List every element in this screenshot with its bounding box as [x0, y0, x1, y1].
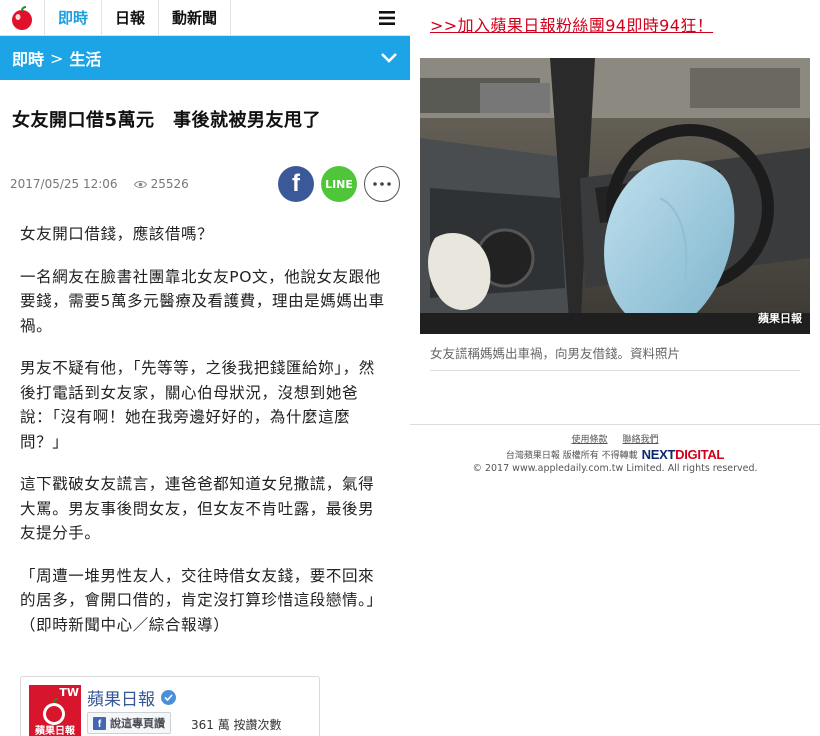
footer-link-contact[interactable]: 聯絡我們	[622, 435, 658, 445]
line-share-label: LINE	[325, 177, 353, 191]
footer-divider	[410, 424, 820, 425]
more-options-button[interactable]	[364, 166, 400, 202]
page-avatar[interactable]: TW 蘋果日報	[29, 685, 81, 736]
line-share-button[interactable]: LINE	[321, 166, 357, 202]
footer-links: 使用條款 聯絡我們	[410, 432, 820, 445]
article-meta: 2017/05/25 12:06 25526 f LINE	[0, 154, 410, 214]
more-dots-icon	[373, 182, 391, 186]
footer-copyright: © 2017 www.appledaily.com.tw Limited. Al…	[472, 463, 758, 474]
footer-brand-text: 台灣蘋果日報 版權所有 不得轉載	[505, 451, 638, 461]
view-count-value: 25526	[150, 177, 189, 191]
chevron-down-icon[interactable]	[380, 49, 398, 68]
publish-datetime: 2017/05/25 12:06	[10, 177, 118, 191]
article-paragraph: 一名網友在臉書社團靠北女友PO文，他說女友跟他要錢，需要5萬多元醫療及看護費，理…	[20, 267, 385, 335]
fanpage-promo-link[interactable]: >>加入蘋果日報粉絲團94即時94狂！	[430, 12, 713, 36]
article-paragraph: 男友不疑有他，「先等等，之後我把錢匯給妳」，然後打電話到女友家，關心伯母狀況，沒…	[20, 359, 375, 451]
tab-instant[interactable]: 即時	[44, 0, 101, 35]
verified-badge-icon	[161, 690, 176, 705]
nextdigital-logo[interactable]: NEXTDIGITAL	[641, 447, 725, 462]
nav-spacer	[230, 0, 364, 35]
top-navigation: 即時 日報 動新聞	[0, 0, 410, 36]
photo-caption: 女友謊稱媽媽出車禍，向男友借錢。資料照片	[430, 343, 800, 371]
like-count: 361 萬 按讚次數	[191, 718, 282, 732]
article-body: 女友開口借錢，應該借嗎？ 一名網友在臉書社團靠北女友PO文，他說女友跟他要錢，需…	[0, 214, 410, 637]
tab-animated-news[interactable]: 動新聞	[158, 0, 230, 35]
article-paragraph: 「周遭一堆男性友人，交往時借女友錢，要不回來的居多，會開口借的，肯定沒打算珍惜這…	[20, 566, 383, 634]
like-page-label: 說這專頁讚	[110, 717, 165, 730]
breadcrumb-section[interactable]: 即時	[12, 46, 44, 70]
article-paragraph: 女友開口借錢，應該借嗎？	[20, 225, 214, 243]
photo-watermark: 蘋果日報	[758, 312, 802, 325]
apple-logo-icon[interactable]	[0, 0, 44, 35]
article-headline: 女友開口借5萬元 事後就被男友甩了	[12, 110, 322, 131]
page-name[interactable]: 蘋果日報	[87, 685, 176, 710]
footer-brand: 台灣蘋果日報 版權所有 不得轉載 NEXTDIGITAL	[410, 447, 820, 462]
sidebar-pane: >>加入蘋果日報粉絲團94即時94狂！ 蘋果日報 女友謊稱媽媽出車禍，向男友借錢…	[410, 0, 820, 736]
facebook-icon: f	[93, 716, 106, 730]
tab-daily[interactable]: 日報	[101, 0, 158, 35]
breadcrumb-separator: >	[50, 48, 64, 68]
view-count: 25526	[133, 177, 189, 191]
breadcrumb[interactable]: 即時 > 生活	[0, 36, 410, 80]
avatar-caption: 蘋果日報	[35, 726, 75, 736]
breadcrumb-subsection[interactable]: 生活	[69, 46, 101, 70]
hamburger-menu-icon[interactable]	[364, 0, 410, 35]
article-paragraph: 這下戳破女友謊言，連爸爸都知道女兒撒謊，氣得大罵。男友事後問女友，但女友不肯吐露…	[20, 475, 375, 542]
article-photo[interactable]: 蘋果日報	[420, 58, 810, 334]
facebook-page-widget: TW 蘋果日報 蘋果日報 f 說這專頁讚 361 萬 按讚次數	[20, 676, 320, 736]
nextdigital-logo-digital: DIGITAL	[675, 447, 725, 462]
like-page-button[interactable]: f 說這專頁讚	[87, 712, 171, 734]
facebook-share-button[interactable]: f	[278, 166, 314, 202]
facebook-icon: f	[292, 170, 300, 197]
article-pane: 即時 日報 動新聞 即時 > 生活 女友開口借5萬元 事後就被男友甩了 2017…	[0, 0, 410, 736]
page-name-text[interactable]: 蘋果日報	[87, 685, 155, 710]
footer-link-terms[interactable]: 使用條款	[572, 435, 608, 445]
eye-icon	[133, 180, 147, 188]
nextdigital-logo-next: NEXT	[641, 447, 676, 462]
